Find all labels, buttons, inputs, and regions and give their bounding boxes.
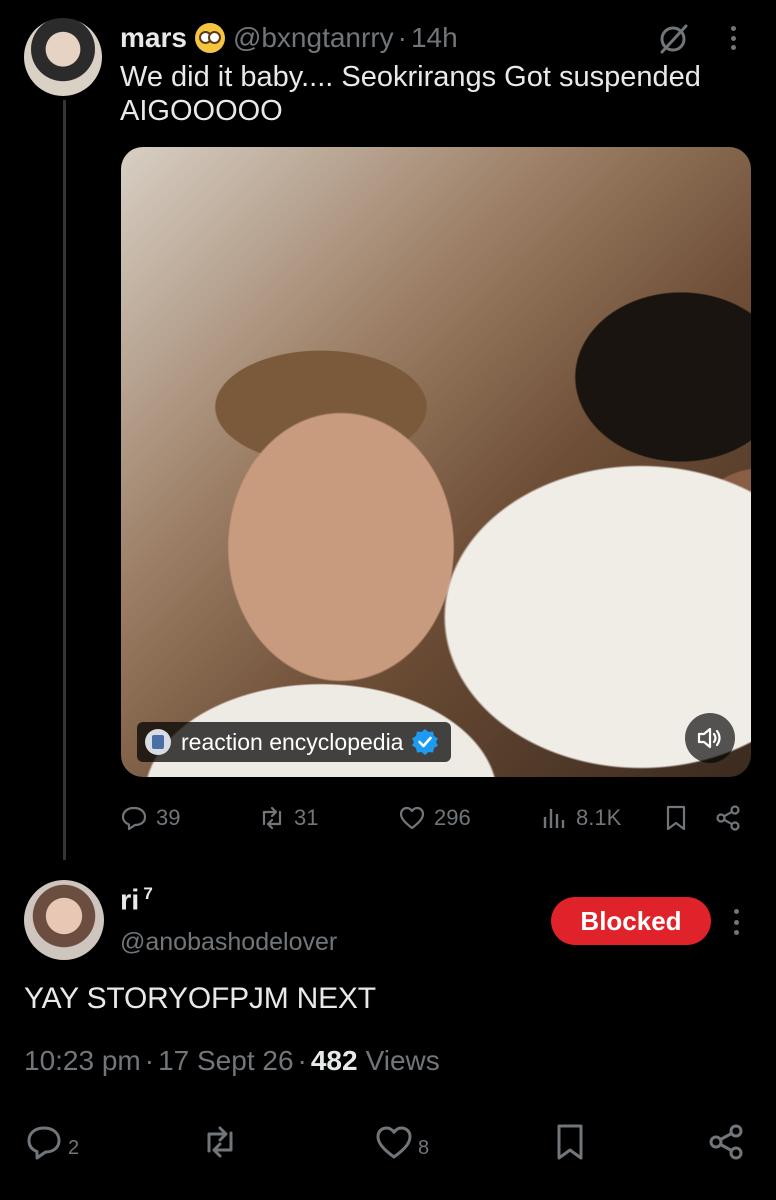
share-button[interactable]	[714, 800, 750, 836]
volume-button[interactable]	[685, 713, 735, 763]
like-button[interactable]: 296	[398, 800, 471, 836]
more-options-icon[interactable]	[726, 20, 740, 56]
media-attribution[interactable]: reaction encyclopedia	[137, 722, 452, 762]
separator-dot: ·	[397, 22, 407, 53]
reply-icon	[27, 1126, 61, 1160]
share-icon	[716, 805, 740, 831]
display-name-text: ri	[120, 884, 140, 917]
bookmark-button[interactable]	[550, 1118, 590, 1162]
reply-icon	[121, 806, 147, 831]
bookmark-button[interactable]	[662, 800, 698, 836]
name-superscript: 7	[143, 884, 153, 903]
bookmark-icon	[666, 805, 686, 831]
reply-count: 2	[68, 1137, 80, 1159]
tweet-text: YAY STORYOFPJM NEXT	[24, 982, 376, 1015]
like-count: 296	[434, 805, 471, 830]
analytics-icon	[543, 809, 565, 828]
reply-count: 39	[156, 805, 181, 830]
retweet-button[interactable]	[200, 1118, 240, 1162]
retweet-button[interactable]: 31	[258, 800, 318, 836]
views-count: 8.1K	[576, 805, 622, 830]
share-button[interactable]	[706, 1118, 746, 1162]
verified-badge-icon	[412, 729, 439, 755]
attribution-label: reaction encyclopedia	[181, 728, 404, 755]
separator-dot: ·	[144, 1045, 155, 1076]
like-button[interactable]: 8	[374, 1118, 429, 1162]
heart-icon	[376, 1126, 412, 1159]
tweet-time[interactable]: 14h	[411, 22, 458, 54]
tweet-metadata: 10:23 pm · 17 Sept 26 · 482 Views	[24, 1045, 440, 1077]
views-label: Views	[365, 1045, 440, 1076]
retweet-icon	[207, 1126, 233, 1158]
avatar[interactable]	[24, 880, 104, 960]
like-count: 8	[418, 1137, 430, 1159]
tweet-actions: 39 31 296 8.1K	[0, 800, 776, 836]
avatar[interactable]	[24, 18, 102, 96]
reply-button[interactable]: 39	[120, 800, 180, 836]
more-options-icon[interactable]	[730, 905, 742, 939]
book-icon	[145, 729, 171, 755]
thread-connector-line	[63, 100, 66, 860]
tweet-time[interactable]: 10:23 pm	[24, 1045, 141, 1077]
share-icon	[709, 1124, 743, 1160]
speaker-icon	[697, 727, 721, 749]
user-handle[interactable]: @bxngtanrry	[233, 22, 394, 54]
views-count: 482	[310, 1045, 358, 1076]
tweet-date[interactable]: 17 Sept 26	[158, 1045, 293, 1077]
nerd-face-emoji-icon	[194, 23, 225, 53]
retweet-icon	[262, 806, 282, 830]
display-name[interactable]: ri 7	[120, 884, 153, 918]
bookmark-icon	[557, 1124, 583, 1160]
heart-icon	[399, 806, 425, 830]
retweet-count: 31	[294, 805, 319, 830]
blocked-button[interactable]: Blocked	[551, 897, 711, 945]
user-handle[interactable]: @anobashodelover	[120, 928, 337, 957]
views-button[interactable]: 8.1K	[540, 800, 621, 836]
tweet-text: We did it baby.... Seokrirangs Got suspe…	[120, 61, 701, 127]
grok-icon[interactable]	[656, 22, 690, 56]
reply-button[interactable]: 2	[24, 1118, 79, 1162]
tweet-header: mars @bxngtanrry · 14h	[120, 18, 458, 58]
separator-dot: ·	[297, 1045, 307, 1076]
tweet-video[interactable]: reaction encyclopedia	[121, 147, 751, 777]
display-name[interactable]: mars	[120, 22, 187, 54]
tweet-actions: 2 8	[0, 1118, 776, 1162]
